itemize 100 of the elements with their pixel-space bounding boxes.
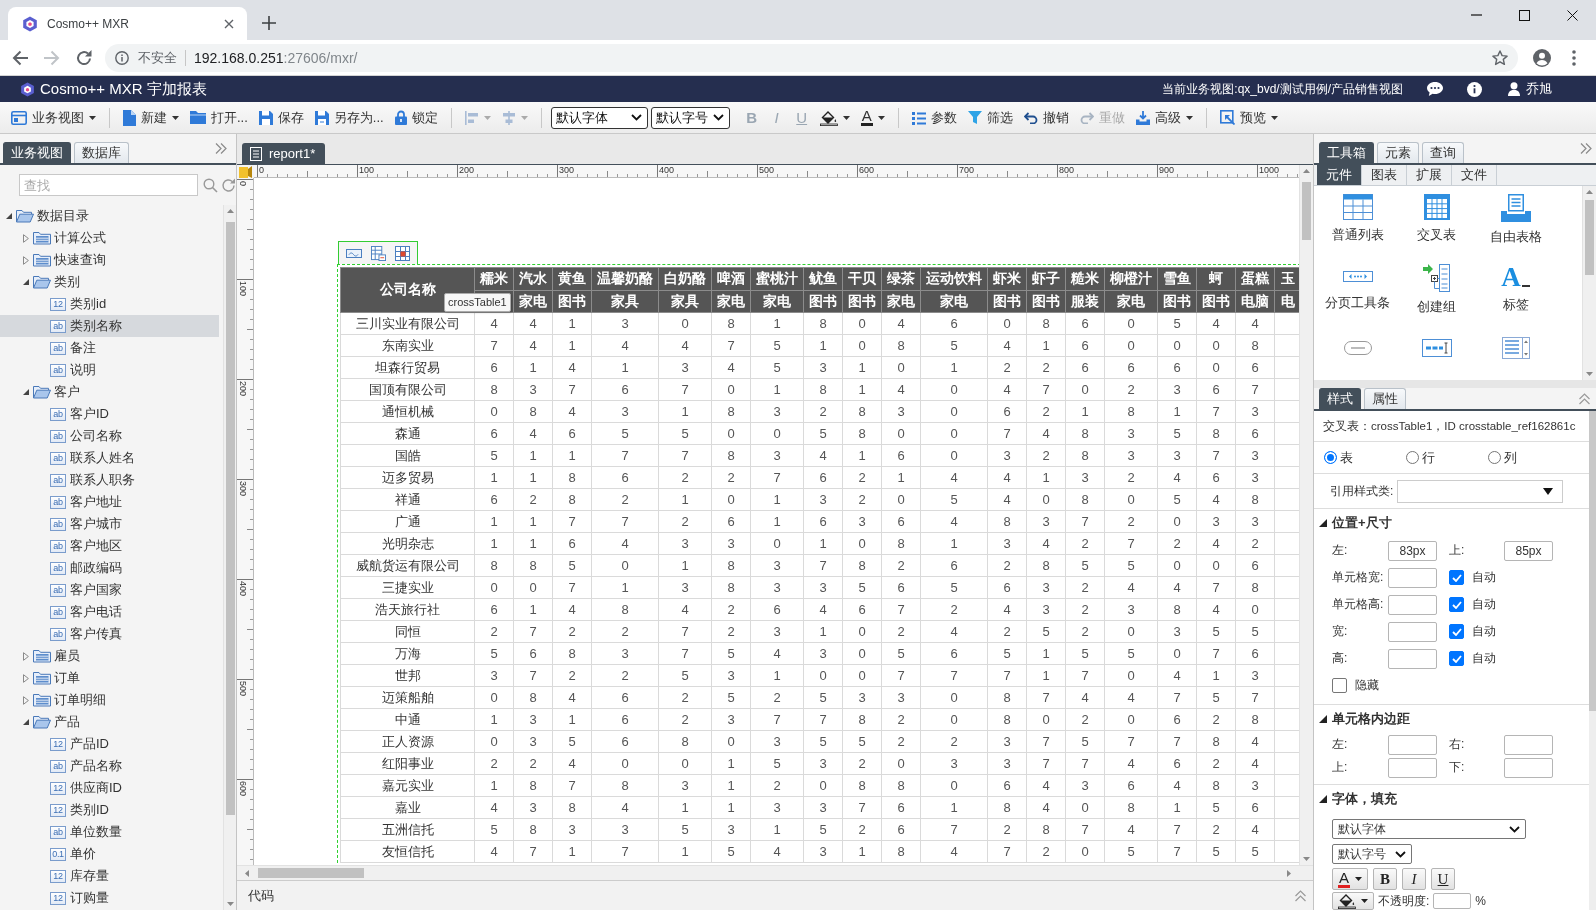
font-family-select[interactable]: 默认字体 [550, 106, 648, 129]
opacity-field[interactable] [1433, 893, 1472, 909]
panel-tab[interactable]: 业务视图 [3, 142, 71, 163]
expanded-triangle-icon[interactable] [1319, 519, 1327, 527]
collapsed-arrow-icon[interactable] [23, 255, 29, 265]
security-warning[interactable]: 不安全 [138, 48, 177, 67]
auto-checkbox[interactable] [1449, 570, 1464, 585]
tree-item[interactable]: 12 订购量 [0, 887, 219, 909]
subtab[interactable]: 元件 [1317, 165, 1362, 185]
panel-tab[interactable]: 元素 [1377, 142, 1419, 163]
double-chevron-icon[interactable] [215, 143, 227, 154]
double-chevron-up-icon[interactable] [1295, 889, 1306, 902]
tree-item[interactable]: 计算公式 [0, 227, 219, 249]
minimize-icon[interactable] [1470, 14, 1482, 16]
panel-tab[interactable]: 工具箱 [1319, 142, 1374, 163]
scroll-right-icon[interactable] [1287, 869, 1291, 877]
tree-item[interactable]: ab 单位数量 [0, 821, 219, 843]
tree-item[interactable]: ab 客户传真 [0, 623, 219, 645]
component-tile[interactable]: 创建组 [1397, 264, 1476, 312]
address-bar[interactable]: 不安全 192.168.0.251:27606/mxr/ [105, 43, 1518, 72]
search-field[interactable]: 查找 [19, 174, 198, 196]
tree-item[interactable]: ab 说明 [0, 359, 219, 381]
cell-width-field[interactable] [1388, 567, 1437, 588]
expanded-triangle-icon[interactable] [1319, 715, 1327, 723]
font-size-select[interactable]: 默认字号 [650, 106, 730, 129]
cell-height-field[interactable] [1388, 594, 1437, 615]
maximize-icon[interactable] [1518, 9, 1530, 21]
save-button[interactable]: 保存 [254, 105, 308, 130]
star-icon[interactable] [1492, 49, 1508, 66]
preview-button[interactable]: 预览 [1215, 105, 1282, 130]
panel-tab[interactable]: 属性 [1364, 388, 1406, 409]
tree-item[interactable]: 12 类别ID [0, 799, 219, 821]
width-field[interactable] [1388, 621, 1437, 642]
vertical-scrollbar[interactable] [223, 205, 236, 910]
expanded-arrow-icon[interactable] [6, 213, 12, 219]
save-as-button[interactable]: 另存为... [310, 105, 388, 130]
collapsed-arrow-icon[interactable] [23, 233, 29, 243]
subtab[interactable]: 扩展 [1407, 165, 1452, 185]
tree-item[interactable]: ab 联系人姓名 [0, 447, 219, 469]
expanded-arrow-icon[interactable] [23, 719, 29, 725]
scrollbar-thumb[interactable] [258, 868, 364, 878]
style-class-dropdown[interactable] [1397, 479, 1564, 503]
tree-item[interactable]: ab 客户国家 [0, 579, 219, 601]
radio-button[interactable] [1324, 451, 1337, 464]
tree-item[interactable]: ab 客户城市 [0, 513, 219, 535]
refresh-icon[interactable] [221, 177, 236, 193]
tree-item[interactable]: 产品 [0, 711, 219, 733]
collapsed-arrow-icon[interactable] [23, 673, 29, 683]
collapsed-arrow-icon[interactable] [23, 651, 29, 661]
tree-item[interactable]: ab 产品名称 [0, 755, 219, 777]
menu-icon[interactable] [1572, 49, 1576, 66]
new-button[interactable]: 新建 [119, 105, 183, 130]
tree-item[interactable]: 12 库存量 [0, 865, 219, 887]
plus-icon[interactable] [262, 16, 276, 30]
height-field[interactable] [1388, 648, 1437, 669]
lock-button[interactable]: 锁定 [390, 105, 442, 130]
right-padding-field[interactable] [1504, 734, 1553, 755]
auto-checkbox[interactable] [1449, 597, 1464, 612]
scroll-down-icon[interactable] [226, 902, 234, 906]
search-icon[interactable] [203, 177, 218, 193]
fill-color-button[interactable] [1332, 892, 1374, 910]
left-padding-field[interactable] [1388, 734, 1437, 755]
tree-item[interactable]: ab 客户电话 [0, 601, 219, 623]
tree-item[interactable]: ab 邮政编码 [0, 557, 219, 579]
component-tile[interactable]: 交叉表 [1397, 194, 1476, 242]
panel-tab[interactable]: 样式 [1319, 388, 1361, 409]
double-chevron-icon[interactable] [1580, 143, 1592, 154]
scroll-up-icon[interactable] [1586, 190, 1593, 194]
chat-icon[interactable] [1427, 82, 1443, 96]
expanded-arrow-icon[interactable] [23, 389, 29, 395]
tree-item[interactable]: ab 客户ID [0, 403, 219, 425]
collapsed-arrow-icon[interactable] [23, 695, 29, 705]
bottom-padding-field[interactable] [1504, 757, 1553, 778]
font-family-select[interactable]: 默认字体 [1332, 819, 1526, 839]
scrollbar-thumb[interactable] [1585, 200, 1594, 275]
parameters-button[interactable]: 参数 [907, 105, 961, 130]
forward-arrow-icon[interactable] [44, 49, 60, 66]
account-icon[interactable] [1533, 48, 1551, 67]
browser-tab[interactable]: Cosmo++ MXR [8, 7, 247, 40]
tree-item[interactable]: 12 供应商ID [0, 777, 219, 799]
radio-button[interactable] [1406, 451, 1419, 464]
font-size-select[interactable]: 默认字号 [1332, 844, 1412, 864]
tree-item[interactable]: 数据目录 [0, 205, 219, 227]
scroll-up-icon[interactable] [226, 209, 234, 213]
expanded-triangle-icon[interactable] [1319, 795, 1327, 803]
tree-item[interactable]: ab 公司名称 [0, 425, 219, 447]
scrollbar-thumb[interactable] [1302, 182, 1311, 240]
auto-checkbox[interactable] [1449, 624, 1464, 639]
tree-item[interactable]: 订单明细 [0, 689, 219, 711]
document-tab[interactable]: report1* [242, 143, 326, 164]
component-tile[interactable]: 分页工具条 [1318, 264, 1397, 312]
component-tile[interactable]: A 标签 [1476, 264, 1555, 312]
tree-item[interactable]: 类别 [0, 271, 219, 293]
tree-item[interactable]: 快速查询 [0, 249, 219, 271]
underline-button[interactable]: U [1431, 868, 1455, 890]
scroll-left-icon[interactable] [245, 869, 249, 877]
component-tile[interactable]: 普通列表 [1318, 194, 1397, 242]
vertical-scrollbar[interactable] [1589, 411, 1596, 910]
scrollbar-thumb[interactable] [225, 222, 235, 815]
tree-item[interactable]: 12 类别id [0, 293, 219, 315]
